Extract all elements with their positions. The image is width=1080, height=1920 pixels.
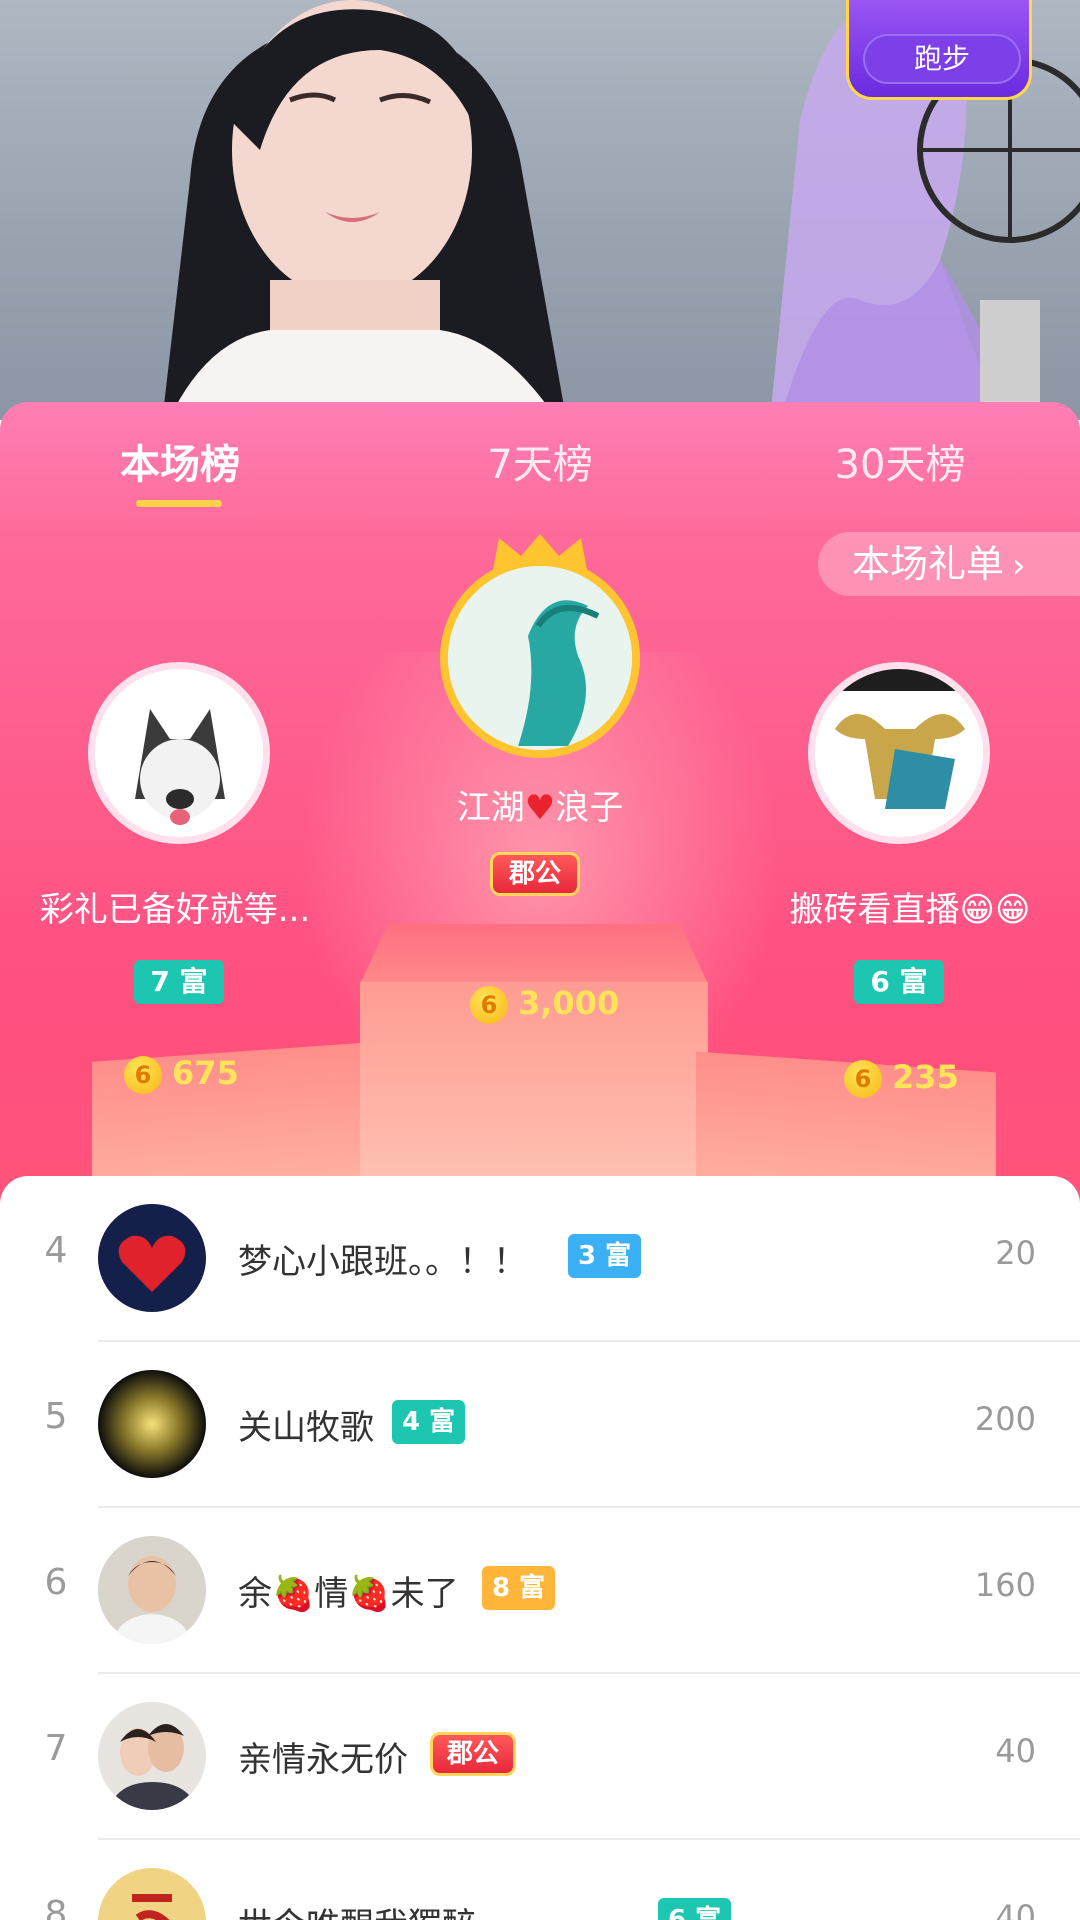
second-place-name[interactable]: 彩礼已备好就等... (30, 882, 320, 931)
list-rank: 6 (44, 1562, 68, 1603)
list-value: 40 (995, 1898, 1036, 1920)
third-score-value: 235 (892, 1058, 959, 1096)
heart-icon: ♥ (524, 788, 556, 828)
list-rank: 7 (44, 1728, 68, 1769)
dragon-avatar-image (448, 566, 632, 750)
activity-label: 跑步 (863, 34, 1021, 84)
list-rank: 4 (44, 1230, 68, 1271)
third-place-name[interactable]: 搬砖看直播😁😁 (760, 882, 1060, 931)
third-place-score: 6 235 (844, 1058, 959, 1098)
list-value: 40 (995, 1732, 1036, 1770)
tab-indicator (136, 500, 222, 507)
noble-badge: 郡公 (430, 1732, 517, 1776)
husky-avatar-image (95, 669, 263, 837)
glow-avatar-image (98, 1370, 206, 1478)
list-item[interactable]: 5 关山牧歌 4 富 200 (45, 1342, 1080, 1508)
tab-30-days[interactable]: 30天榜 (750, 432, 1050, 490)
first-score-value: 3,000 (518, 984, 620, 1022)
avatar[interactable] (98, 1536, 206, 1644)
avatar[interactable] (98, 1370, 206, 1478)
first-name-left: 江湖 (456, 788, 525, 828)
second-score-value: 675 (172, 1054, 239, 1092)
list-username: 梦心小跟班。。！！ (238, 1242, 527, 1282)
avatar[interactable] (98, 1868, 206, 1920)
list-rank: 5 (44, 1396, 68, 1437)
second-place-score: 6 675 (124, 1054, 239, 1094)
list-value: 20 (995, 1234, 1036, 1272)
list-rank: 8 (44, 1894, 68, 1920)
first-place-score: 6 3,000 (470, 984, 619, 1024)
list-value: 200 (974, 1400, 1036, 1438)
third-place-avatar[interactable] (808, 662, 990, 844)
live-video[interactable]: 跑步 (0, 0, 1080, 420)
ranking-tabs: 本场榜 7天榜 30天榜 (0, 402, 1080, 532)
bull-avatar-image (815, 669, 983, 837)
couple-avatar-image (98, 1702, 206, 1810)
first-name-right: 浪子 (555, 788, 624, 828)
avatar[interactable] (98, 1204, 206, 1312)
tab-this-session[interactable]: 本场榜 (30, 432, 330, 490)
list-username: 关山牧歌 (238, 1408, 374, 1448)
seal-avatar-image (98, 1868, 206, 1920)
list-item[interactable]: 6 余🍓情🍓未了 8 富 160 (45, 1508, 1080, 1674)
list-username: 亲情永无价 (238, 1740, 408, 1780)
coin-icon: 6 (844, 1060, 882, 1098)
streamer-figure (162, 0, 567, 420)
coin-icon: 6 (470, 986, 508, 1024)
activity-badge[interactable]: 跑步 (846, 0, 1032, 100)
tab-7-days[interactable]: 7天榜 (390, 432, 690, 490)
list-value: 160 (974, 1566, 1036, 1604)
second-place-avatar[interactable] (88, 662, 270, 844)
live-room-screen: 跑步 本场榜 7天榜 30天榜 本场礼单› 2 1 3 (0, 0, 1080, 1920)
wealth-badge: 3 富 (568, 1234, 642, 1278)
third-place-rank-badge: 6 富 (854, 960, 944, 1004)
list-item[interactable]: 7 亲情永无价 郡公 40 (45, 1674, 1080, 1840)
first-place-name[interactable]: 江湖♥浪子 (420, 780, 660, 829)
second-place-rank-badge: 7 富 (134, 960, 224, 1004)
ranking-list[interactable]: 4 梦心小跟班。。！！ 3 富 20 5 关山牧歌 4 富 200 6 余🍓情🍓… (0, 1176, 1080, 1920)
list-item[interactable]: 8 世今唯醒我獨醉 6 富 40 (45, 1840, 1080, 1920)
list-username: 世今唯醒我獨醉 (238, 1898, 476, 1920)
list-item[interactable]: 4 梦心小跟班。。！！ 3 富 20 (45, 1176, 1080, 1342)
first-place-noble-badge: 郡公 (490, 852, 581, 896)
wealth-badge: 8 富 (482, 1566, 556, 1610)
podium-block-first-top (360, 924, 708, 984)
list-username: 余🍓情🍓未了 (238, 1574, 459, 1614)
man-avatar-image (98, 1536, 206, 1644)
wealth-badge: 6 富 (658, 1898, 732, 1920)
wealth-badge: 4 富 (392, 1400, 466, 1444)
avatar[interactable] (98, 1702, 206, 1810)
first-place-avatar[interactable] (440, 558, 640, 758)
heart-avatar-image (98, 1204, 206, 1312)
coin-icon: 6 (124, 1056, 162, 1094)
